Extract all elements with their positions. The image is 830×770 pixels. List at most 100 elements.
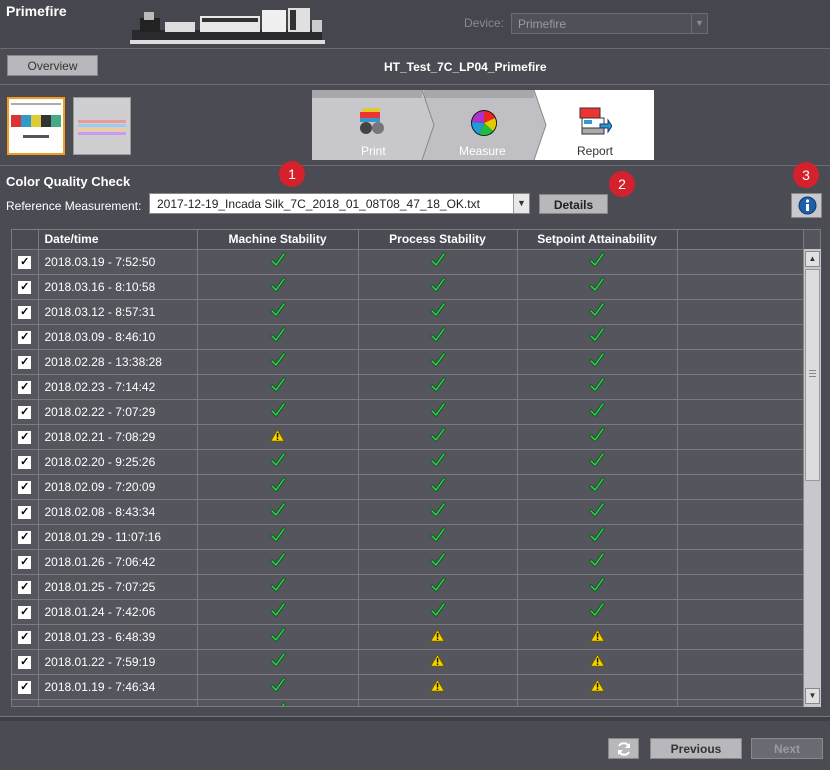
- callout-badge-1: 1: [279, 161, 305, 187]
- chevron-down-icon[interactable]: ▼: [691, 14, 707, 33]
- column-header-process-stability[interactable]: Process Stability: [358, 230, 518, 250]
- row-checkbox[interactable]: ✓: [18, 481, 32, 494]
- row-setpoint-status: [517, 524, 678, 550]
- table-row[interactable]: ✓ 2018.03.12 - 8:57:31: [12, 299, 804, 325]
- checkmark-icon: [269, 577, 286, 596]
- row-checkbox[interactable]: ✓: [18, 406, 32, 419]
- column-header-select[interactable]: [12, 230, 39, 250]
- table-row[interactable]: ✓ 2018.02.22 - 7:07:29: [12, 399, 804, 425]
- table-row[interactable]: ✓ 2018.01.22 - 7:59:19: [12, 649, 804, 675]
- row-checkbox[interactable]: ✓: [18, 306, 32, 319]
- table-row[interactable]: ✓ 2018.01.24 - 7:42:06: [12, 599, 804, 625]
- previous-button[interactable]: Previous: [650, 738, 742, 759]
- row-datetime: 2018.01.29 - 11:07:16: [38, 524, 198, 550]
- scrollbar-thumb[interactable]: [805, 269, 820, 481]
- checkmark-icon: [269, 302, 286, 321]
- table-row[interactable]: ✓ 2018.01.25 - 7:07:25: [12, 574, 804, 600]
- row-checkbox[interactable]: ✓: [18, 556, 32, 569]
- row-process-status: [358, 349, 518, 375]
- step-print-label: Print: [361, 144, 386, 158]
- row-datetime: 2018.02.23 - 7:14:42: [38, 374, 198, 400]
- row-checkbox[interactable]: ✓: [18, 281, 32, 294]
- table-row[interactable]: ✓ 2018.01.23 - 6:48:39: [12, 624, 804, 650]
- warning-icon: [589, 653, 605, 670]
- row-process-status: [358, 699, 518, 706]
- info-button[interactable]: [791, 193, 822, 218]
- row-checkbox[interactable]: ✓: [18, 606, 32, 619]
- row-machine-status: [197, 449, 359, 475]
- row-datetime: 2018.03.19 - 7:52:50: [38, 249, 198, 275]
- checkmark-icon: [589, 352, 605, 371]
- step-print[interactable]: Print: [312, 90, 427, 160]
- table-row[interactable]: ✓ 2018.03.09 - 8:46:10: [12, 324, 804, 350]
- checkmark-icon: [589, 277, 605, 296]
- row-filler: [677, 299, 804, 325]
- column-header-datetime[interactable]: Date/time: [38, 230, 198, 250]
- device-select[interactable]: Primefire ▼: [511, 13, 708, 34]
- checkmark-icon: [269, 327, 286, 346]
- table-row[interactable]: ✓ 2018.01.26 - 7:06:42: [12, 549, 804, 575]
- page-thumbnail-1[interactable]: [7, 97, 65, 155]
- row-checkbox[interactable]: ✓: [18, 331, 32, 344]
- table-row[interactable]: ✓ 2018.02.23 - 7:14:42: [12, 374, 804, 400]
- table-row[interactable]: ✓ 2018.02.21 - 7:08:29: [12, 424, 804, 450]
- row-checkbox[interactable]: ✓: [18, 581, 32, 594]
- checkmark-icon: [429, 327, 446, 346]
- checkmark-icon: [429, 352, 446, 371]
- checkmark-icon: [269, 602, 286, 621]
- row-checkbox[interactable]: ✓: [18, 681, 32, 694]
- table-row[interactable]: ✓: [12, 699, 804, 707]
- scroll-down-button[interactable]: ▼: [805, 688, 820, 704]
- row-machine-status: [197, 349, 359, 375]
- row-checkbox[interactable]: ✓: [18, 631, 32, 644]
- step-measure[interactable]: Measure: [427, 90, 542, 160]
- table-row[interactable]: ✓ 2018.02.09 - 7:20:09: [12, 474, 804, 500]
- top-bar: Primefire Device: Primefire ▼: [0, 0, 830, 48]
- row-process-status: [358, 624, 518, 650]
- row-setpoint-status: [517, 274, 678, 300]
- row-checkbox[interactable]: ✓: [18, 256, 32, 269]
- row-checkbox[interactable]: ✓: [18, 431, 32, 444]
- table-row[interactable]: ✓ 2018.02.08 - 8:43:34: [12, 499, 804, 525]
- table-row[interactable]: ✓ 2018.02.28 - 13:38:28: [12, 349, 804, 375]
- table-row[interactable]: ✓ 2018.01.19 - 7:46:34: [12, 674, 804, 700]
- checkmark-icon: [270, 702, 286, 706]
- row-checkbox[interactable]: ✓: [18, 531, 32, 544]
- column-header-machine-stability[interactable]: Machine Stability: [197, 230, 359, 250]
- row-machine-status: [197, 299, 359, 325]
- step-report[interactable]: Report: [542, 90, 654, 160]
- row-select-cell: ✓: [12, 624, 39, 650]
- panel-splitter[interactable]: [0, 716, 830, 721]
- row-filler: [677, 324, 804, 350]
- scroll-up-button[interactable]: ▲: [805, 251, 820, 267]
- job-title: HT_Test_7C_LP04_Primefire: [384, 60, 547, 74]
- details-button[interactable]: Details: [539, 194, 608, 214]
- row-select-cell: ✓: [12, 549, 39, 575]
- row-checkbox[interactable]: ✓: [18, 506, 32, 519]
- row-checkbox[interactable]: ✓: [18, 456, 32, 469]
- column-header-setpoint-attainability[interactable]: Setpoint Attainability: [517, 230, 678, 250]
- row-select-cell: ✓: [12, 299, 39, 325]
- device-label: Device:: [464, 16, 505, 30]
- chevron-down-icon[interactable]: ▼: [513, 194, 529, 213]
- row-checkbox[interactable]: ✓: [18, 706, 31, 707]
- row-checkbox[interactable]: ✓: [18, 381, 32, 394]
- row-process-status: [358, 324, 518, 350]
- row-filler: [677, 674, 804, 700]
- page-thumbnail-2[interactable]: [73, 97, 131, 155]
- table-row[interactable]: ✓ 2018.03.16 - 8:10:58: [12, 274, 804, 300]
- overview-button[interactable]: Overview: [7, 55, 98, 76]
- warning-icon: [429, 678, 446, 695]
- table-scrollbar[interactable]: ▲ ▼: [803, 249, 821, 707]
- next-button[interactable]: Next: [751, 738, 823, 759]
- table-row[interactable]: ✓ 2018.01.29 - 11:07:16: [12, 524, 804, 550]
- reference-select[interactable]: 2017-12-19_Incada Silk_7C_2018_01_08T08_…: [149, 193, 530, 214]
- row-checkbox[interactable]: ✓: [18, 356, 32, 369]
- row-select-cell: ✓: [12, 324, 39, 350]
- row-filler: [677, 649, 804, 675]
- row-checkbox[interactable]: ✓: [18, 656, 32, 669]
- table-row[interactable]: ✓ 2018.03.19 - 7:52:50: [12, 249, 804, 275]
- table-row[interactable]: ✓ 2018.02.20 - 9:25:26: [12, 449, 804, 475]
- refresh-button[interactable]: [608, 738, 639, 759]
- row-filler: [677, 449, 804, 475]
